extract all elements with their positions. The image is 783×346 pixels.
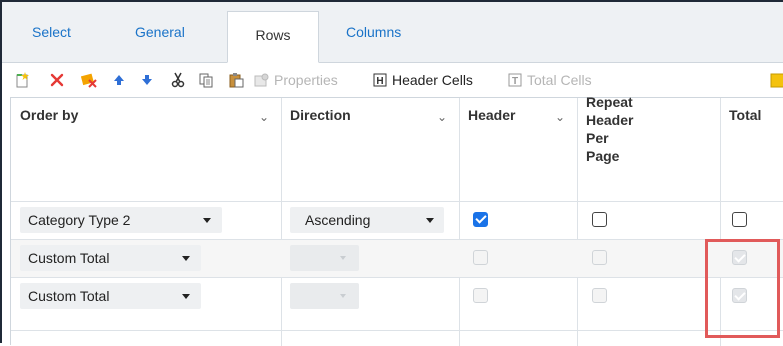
header-total-label: Total: [729, 107, 762, 123]
table-row: Custom Total: [11, 278, 783, 315]
paste-icon: [228, 72, 244, 88]
tab-rows[interactable]: Rows: [227, 11, 319, 63]
more-button[interactable]: [770, 70, 783, 90]
properties-icon: [254, 72, 270, 88]
table-row: Custom Total: [11, 240, 783, 277]
total-checkbox[interactable]: [732, 288, 747, 303]
header-header-label: Header: [468, 107, 516, 123]
caret-down-icon: [182, 256, 190, 261]
new-row-button[interactable]: [14, 70, 30, 90]
copy-icon: [198, 72, 214, 88]
rows-grid: Order by ⌄ Direction ⌄ Header ⌄ Repeat H…: [10, 94, 783, 346]
total-cells-label: Total Cells: [527, 72, 592, 88]
header-cells-icon: H: [372, 72, 388, 88]
direction-value: Ascending: [305, 212, 371, 228]
notes-icon: [770, 72, 783, 88]
tab-general[interactable]: General: [135, 14, 185, 50]
header-direction-label: Direction: [290, 107, 351, 123]
properties-button[interactable]: Properties: [254, 70, 338, 90]
toolbar: Properties H Header Cells T Total Cells: [2, 63, 783, 97]
total-cells-button[interactable]: T Total Cells: [507, 70, 592, 90]
svg-text:T: T: [512, 76, 518, 87]
move-up-button[interactable]: [111, 70, 127, 90]
header-order-by[interactable]: Order by ⌄: [11, 98, 281, 200]
direction-dropdown[interactable]: [290, 283, 359, 309]
repeat-header-checkbox[interactable]: [592, 288, 607, 303]
caret-down-icon: [340, 294, 346, 298]
direction-dropdown[interactable]: [290, 245, 359, 271]
copy-button[interactable]: [198, 70, 214, 90]
caret-down-icon: [340, 256, 346, 260]
total-checkbox[interactable]: [732, 250, 747, 265]
delete-button[interactable]: [49, 70, 65, 90]
header-repeat-header-per-page[interactable]: Repeat Header Per Page: [577, 94, 720, 200]
order-by-dropdown[interactable]: Custom Total: [20, 245, 201, 271]
chevron-down-icon[interactable]: ⌄: [437, 110, 447, 124]
repeat-header-checkbox[interactable]: [592, 250, 607, 265]
header-checkbox[interactable]: [473, 288, 488, 303]
header-repeat-line: Repeat: [586, 94, 633, 110]
header-repeat-label: Repeat Header Per Page: [586, 93, 633, 165]
arrow-up-icon: [111, 72, 127, 88]
header-checkbox[interactable]: [473, 212, 488, 227]
header-direction[interactable]: Direction ⌄: [281, 98, 459, 200]
order-by-dropdown[interactable]: Category Type 2: [20, 207, 222, 233]
repeat-header-checkbox[interactable]: [592, 212, 607, 227]
header-repeat-line: Page: [586, 148, 620, 164]
cut-button[interactable]: [170, 70, 186, 90]
order-by-value: Category Type 2: [28, 212, 131, 228]
move-down-button[interactable]: [139, 70, 155, 90]
chevron-down-icon[interactable]: ⌄: [555, 110, 565, 124]
delete-icon: [49, 72, 65, 88]
header-order-by-label: Order by: [20, 107, 79, 123]
svg-text:H: H: [376, 76, 383, 87]
header-repeat-line: Header: [586, 112, 634, 128]
clear-icon: [81, 72, 97, 88]
clear-button[interactable]: [81, 70, 97, 90]
order-by-dropdown[interactable]: Custom Total: [20, 283, 201, 309]
header-cells-label: Header Cells: [392, 72, 473, 88]
paste-button[interactable]: [228, 70, 244, 90]
caret-down-icon: [182, 294, 190, 299]
total-checkbox[interactable]: [732, 212, 747, 227]
header-cells-button[interactable]: H Header Cells: [372, 70, 473, 90]
total-cells-icon: T: [507, 72, 523, 88]
header-checkbox[interactable]: [473, 250, 488, 265]
header-repeat-line: Per: [586, 130, 609, 146]
properties-label: Properties: [274, 72, 338, 88]
chevron-down-icon[interactable]: ⌄: [259, 110, 269, 124]
caret-down-icon: [203, 218, 211, 223]
caret-down-icon: [426, 218, 434, 223]
table-row: Category Type 2 Ascending: [11, 202, 783, 239]
new-row-icon: [14, 72, 30, 88]
tab-columns[interactable]: Columns: [346, 14, 401, 50]
row-divider: [11, 330, 783, 331]
rows-panel: Select General Rows Columns Properties H…: [0, 0, 783, 346]
header-total[interactable]: Total: [720, 98, 783, 200]
cut-icon: [170, 72, 186, 88]
header-header[interactable]: Header ⌄: [459, 98, 577, 200]
order-by-value: Custom Total: [28, 250, 110, 266]
direction-dropdown[interactable]: Ascending: [290, 207, 444, 233]
tab-select[interactable]: Select: [32, 14, 71, 50]
tab-bar: Select General Rows Columns: [2, 2, 783, 63]
order-by-value: Custom Total: [28, 288, 110, 304]
arrow-down-icon: [139, 72, 155, 88]
